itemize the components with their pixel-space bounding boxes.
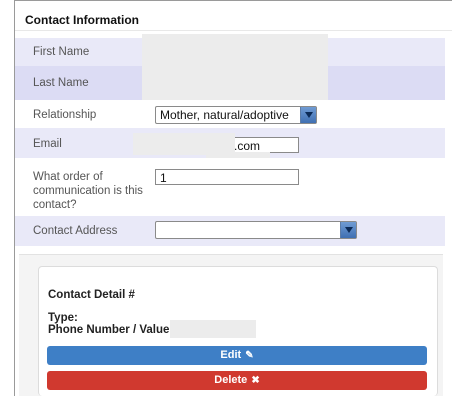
chevron-down-icon (340, 222, 356, 238)
redacted-name-values (142, 34, 328, 100)
last-name-label: Last Name (33, 77, 89, 89)
close-icon: ✖ (251, 375, 260, 386)
contact-address-select[interactable] (155, 221, 357, 239)
contact-detail-title: Contact Detail # (48, 289, 135, 301)
delete-button[interactable]: Delete ✖ (47, 371, 427, 390)
email-label: Email (33, 138, 62, 150)
relationship-select[interactable]: Mother, natural/adoptive (155, 106, 317, 124)
contact-address-label: Contact Address (33, 225, 118, 237)
chevron-down-icon (300, 107, 316, 123)
order-row: What order of communication is this cont… (15, 158, 445, 216)
type-label: Type: (48, 312, 78, 324)
redacted-phone (170, 320, 256, 338)
delete-label: Delete (214, 374, 248, 386)
first-name-label: First Name (33, 46, 90, 58)
order-label: What order of communication is this cont… (33, 171, 143, 211)
phone-line: Phone Number / Value: 5 (48, 324, 183, 336)
edit-label: Edit (220, 349, 242, 361)
order-value: 1 (160, 171, 167, 185)
relationship-label: Relationship (33, 109, 97, 121)
section-title: Contact Information (15, 7, 452, 31)
pencil-icon: ✎ (245, 350, 254, 361)
order-input[interactable]: 1 (155, 169, 299, 185)
phone-label: Phone Number / Value: (48, 324, 174, 336)
relationship-value: Mother, natural/adoptive (160, 108, 289, 122)
edit-button[interactable]: Edit ✎ (47, 346, 427, 365)
